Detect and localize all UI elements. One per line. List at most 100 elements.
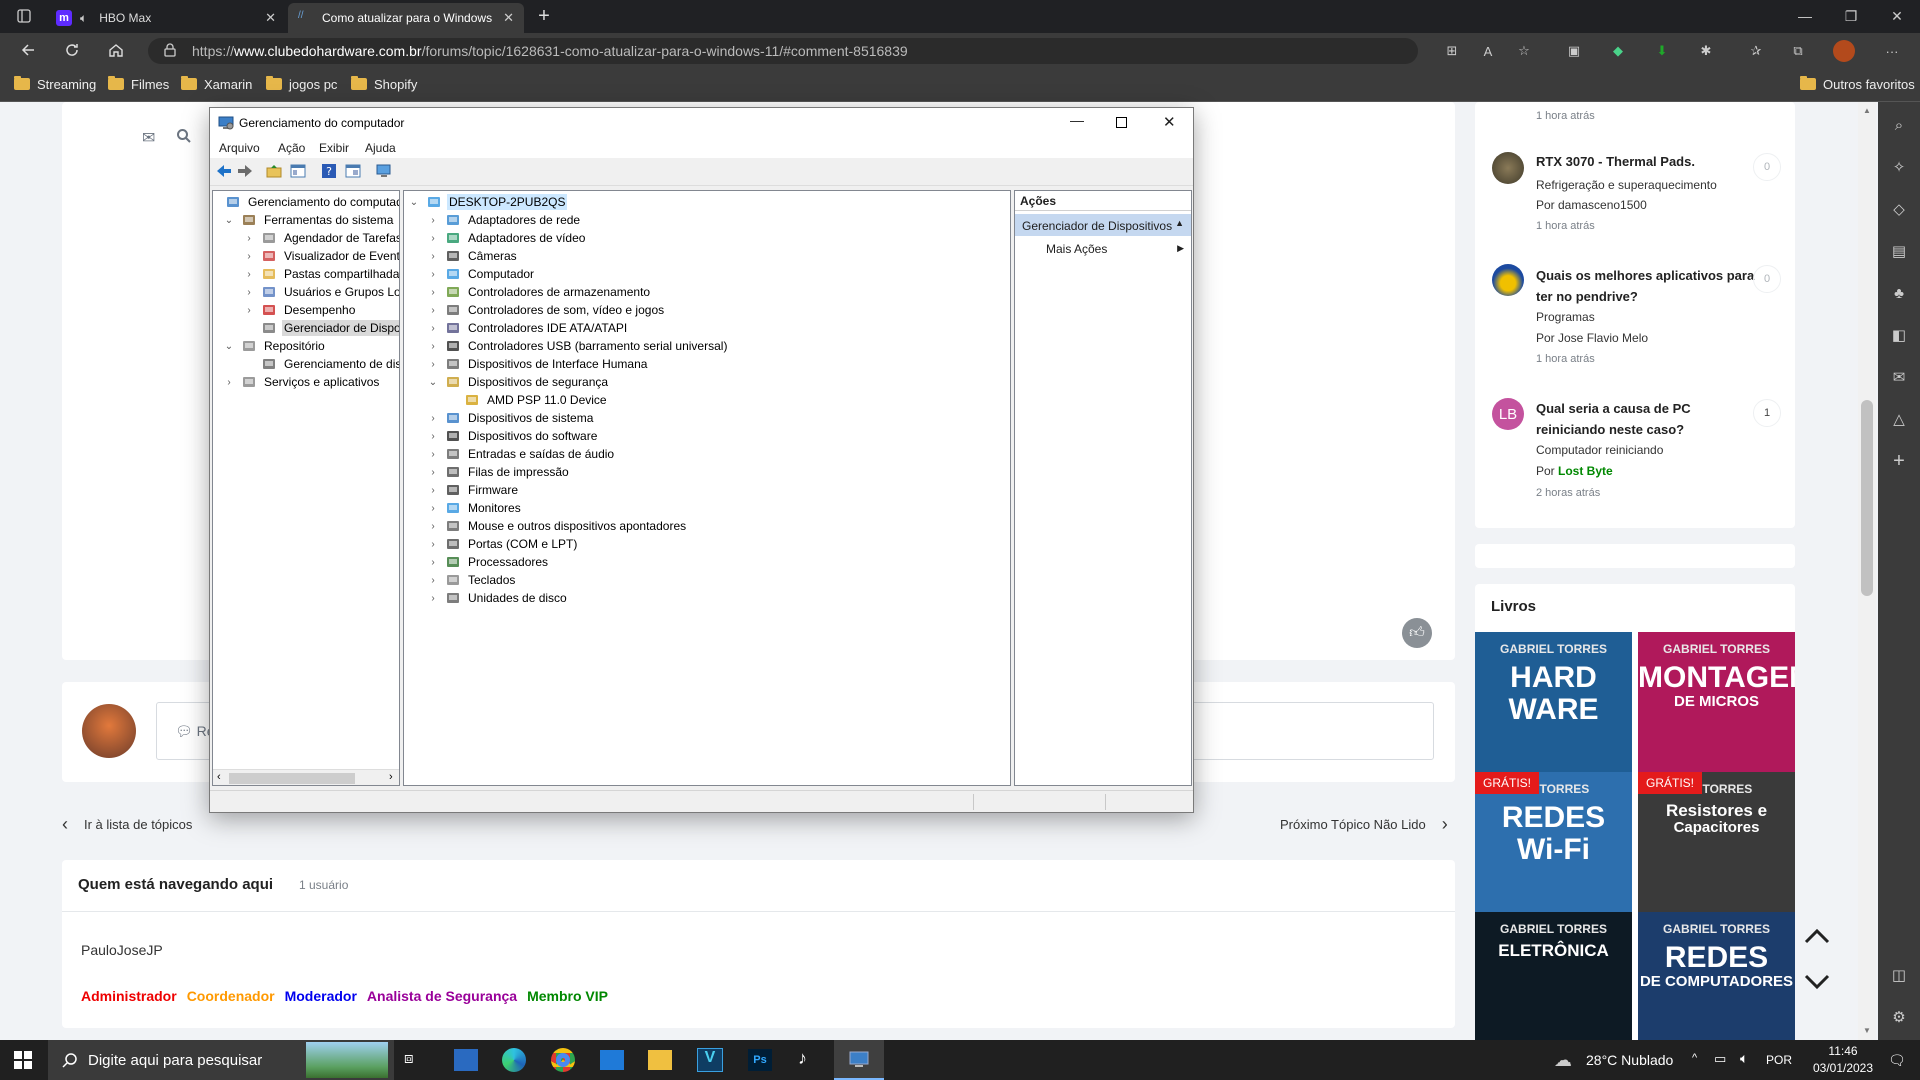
collapsed-arrow-icon[interactable]: ›	[427, 467, 439, 478]
collapsed-arrow-icon[interactable]: ›	[427, 521, 439, 532]
tree-node[interactable]: ⌄ DESKTOP-2PUB2QS	[408, 193, 568, 211]
tree-node[interactable]: › Computador	[427, 265, 536, 283]
collapsed-arrow-icon[interactable]: ›	[427, 557, 439, 568]
apps-icon[interactable]: ⊞	[1440, 40, 1464, 62]
add-icon[interactable]: +	[1886, 448, 1912, 474]
book-cover[interactable]: GABRIEL TORRES ELETRÔNICA	[1475, 912, 1632, 1040]
bookmark-xamarin[interactable]: Xamarin	[181, 74, 252, 94]
scrollbar-thumb[interactable]	[1861, 400, 1873, 596]
extensions-icon[interactable]: ✱	[1694, 40, 1718, 62]
tree-node[interactable]: ⌄ Ferramentas do sistema	[223, 211, 395, 229]
close-tab-icon[interactable]: ✕	[265, 10, 276, 26]
menu-arquivo[interactable]: Arquivo	[219, 141, 260, 155]
collapsed-arrow-icon[interactable]: ›	[427, 287, 439, 298]
search-icon[interactable]: ⌕	[1886, 112, 1912, 138]
collapsed-arrow-icon[interactable]: ›	[243, 269, 255, 280]
cloud-weather-icon[interactable]: ☁	[1554, 1050, 1572, 1071]
topic-title-link[interactable]: RTX 3070 - Thermal Pads.	[1536, 154, 1766, 169]
menu-ajuda[interactable]: Ajuda	[365, 141, 396, 155]
tree-node[interactable]: AMD PSP 11.0 Device	[446, 391, 609, 409]
more-actions-item[interactable]: Mais Ações ▶	[1015, 239, 1191, 259]
scroll-bottom-icon[interactable]	[1804, 974, 1830, 990]
office-icon[interactable]: ◧	[1886, 322, 1912, 348]
add-favorite-icon[interactable]: ☆	[1512, 40, 1536, 62]
scan-hardware-icon[interactable]	[376, 163, 392, 179]
expanded-arrow-icon[interactable]: ⌄	[408, 197, 420, 208]
collapsed-arrow-icon[interactable]: ›	[427, 323, 439, 334]
speaker-icon[interactable]: 🔈︎	[80, 11, 87, 26]
actions-section-device-manager[interactable]: Gerenciador de Dispositivos ▲	[1015, 214, 1191, 236]
tree-node[interactable]: › Adaptadores de rede	[427, 211, 582, 229]
bookmark-outros-favoritos[interactable]: Outros favoritos	[1800, 74, 1915, 94]
discover-icon[interactable]: ✧	[1886, 154, 1912, 180]
restore-window-icon[interactable]: ❐	[1828, 0, 1874, 32]
minimize-window-icon[interactable]: —	[1782, 0, 1828, 32]
topic-forum[interactable]: Refrigeração e superaquecimento	[1536, 178, 1717, 192]
horizontal-scrollbar[interactable]: ‹ ›	[213, 769, 399, 785]
read-aloud-icon[interactable]: A	[1476, 40, 1500, 62]
back-icon[interactable]	[14, 38, 42, 62]
tree-node[interactable]: › Processadores	[427, 553, 550, 571]
tree-node[interactable]: › Adaptadores de vídeo	[427, 229, 587, 247]
scroll-right-icon[interactable]: ›	[389, 771, 393, 783]
menu-acao[interactable]: Ação	[278, 141, 305, 155]
favorites-icon[interactable]: ✰	[1744, 40, 1768, 62]
prev-topic-link[interactable]: ‹ Ir à lista de tópicos	[62, 814, 192, 835]
window-title-bar[interactable]: Gerenciamento do computador — ✕	[210, 108, 1193, 138]
tree-node[interactable]: › Monitores	[427, 499, 523, 517]
tab-clube-do-hardware[interactable]: // Como atualizar para o Windows ✕	[288, 3, 524, 33]
tree-node[interactable]: › Entradas e saídas de áudio	[427, 445, 616, 463]
tree-node[interactable]: › Câmeras	[427, 247, 519, 265]
tree-node[interactable]: › Controladores de som, vídeo e jogos	[427, 301, 666, 319]
photoshop-icon[interactable]: Ps	[748, 1049, 772, 1071]
topic-forum[interactable]: Programas	[1536, 310, 1595, 324]
tree-node[interactable]: › Controladores de armazenamento	[427, 283, 652, 301]
collapsed-arrow-icon[interactable]: ›	[427, 449, 439, 460]
collapsed-arrow-icon[interactable]: ›	[427, 233, 439, 244]
edge-icon[interactable]	[502, 1048, 526, 1072]
properties-icon[interactable]	[345, 163, 361, 179]
tree-node[interactable]: › Dispositivos de Interface Humana	[427, 355, 649, 373]
network-icon[interactable]: ▭	[1714, 1051, 1726, 1067]
tree-node[interactable]: › Mouse e outros dispositivos apontadores	[427, 517, 688, 535]
profile-avatar[interactable]	[1832, 40, 1856, 62]
tree-node[interactable]: › Unidades de disco	[427, 589, 569, 607]
collapsed-arrow-icon[interactable]: ›	[427, 575, 439, 586]
close-tab-icon[interactable]: ✕	[503, 10, 514, 26]
tree-node[interactable]: › Desempenho	[243, 301, 357, 319]
windows-start-icon[interactable]	[14, 1051, 32, 1069]
collapsed-arrow-icon[interactable]: ›	[243, 233, 255, 244]
book-cover[interactable]: GABRIEL TORRES REDES DE COMPUTADORES	[1638, 912, 1795, 1040]
extension-1-icon[interactable]: ▣	[1562, 40, 1586, 62]
settings-gear-icon[interactable]: ⚙	[1886, 1004, 1912, 1030]
book-cover[interactable]: GABRIEL TORRES MONTAGEMDE MICROS	[1638, 632, 1795, 772]
notifications-icon[interactable]: 🗨︎	[1888, 1052, 1906, 1069]
collapsed-arrow-icon[interactable]: ›	[427, 251, 439, 262]
like-icon[interactable]: 👍︎	[1402, 618, 1432, 648]
page-scrollbar[interactable]: ▲ ▼	[1858, 102, 1876, 1040]
chevron-up-icon[interactable]: ^	[1692, 1052, 1697, 1064]
up-folder-icon[interactable]	[266, 163, 282, 179]
collapsed-arrow-icon[interactable]: ›	[427, 341, 439, 352]
games-icon[interactable]: ♣	[1886, 280, 1912, 306]
forward-arrow-icon[interactable]	[237, 164, 253, 178]
collapsed-arrow-icon[interactable]: ›	[223, 377, 235, 388]
close-icon[interactable]: ✕	[1163, 113, 1176, 131]
tree-node[interactable]: › Portas (COM e LPT)	[427, 535, 579, 553]
tab-actions-icon[interactable]	[10, 4, 38, 28]
tree-node[interactable]: › Dispositivos de sistema	[427, 409, 595, 427]
search-icon[interactable]	[176, 128, 192, 144]
tab-hbo-max[interactable]: m 🔈︎ HBO Max ✕	[46, 3, 286, 33]
bookmark-jogos-pc[interactable]: jogos pc	[266, 74, 337, 94]
book-cover[interactable]: IEL TORRES Resistores e Capacitores GRÁTIS!	[1638, 772, 1795, 912]
collapsed-arrow-icon[interactable]: ›	[243, 287, 255, 298]
split-screen-icon[interactable]: ◫	[1886, 962, 1912, 988]
scroll-top-icon[interactable]	[1804, 928, 1830, 944]
tree-node[interactable]: › Dispositivos do software	[427, 427, 599, 445]
visual-studio-code-icon[interactable]: V	[697, 1048, 723, 1072]
book-cover[interactable]: IEL TORRES REDES Wi-Fi GRÁTIS!	[1475, 772, 1632, 912]
help-icon[interactable]: ?	[321, 163, 337, 179]
tree-node[interactable]: Gerenciamento de disco	[243, 355, 399, 373]
new-tab-icon[interactable]: +	[530, 4, 558, 28]
drop-icon[interactable]: △	[1886, 406, 1912, 432]
